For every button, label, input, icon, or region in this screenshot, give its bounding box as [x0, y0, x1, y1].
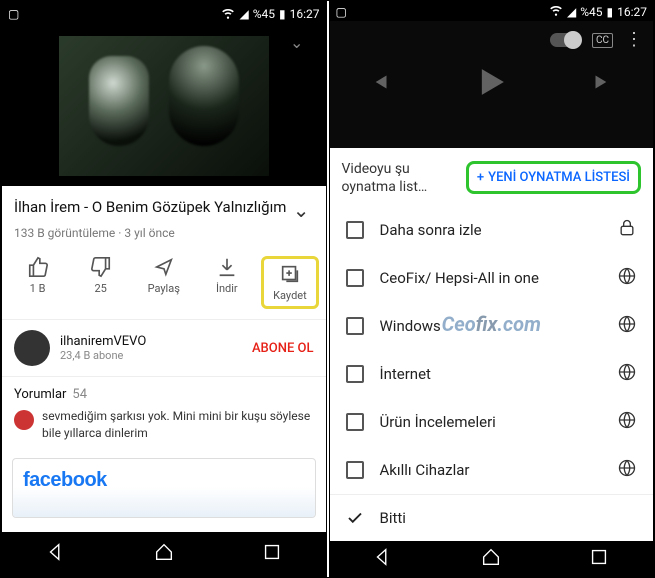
video-meta: 133 B görüntüleme · 3 yıl önce [2, 226, 326, 250]
captions-button[interactable]: CC [592, 33, 613, 48]
video-player[interactable] [2, 26, 326, 186]
back-button[interactable] [372, 546, 394, 572]
globe-icon [617, 362, 637, 386]
globe-icon [617, 458, 637, 482]
next-button[interactable] [589, 69, 615, 99]
battery-label: %45 [253, 7, 275, 21]
done-button[interactable]: Bitti [330, 494, 654, 541]
picture-icon: ▢ [336, 5, 347, 19]
home-button[interactable] [153, 541, 175, 567]
wifi-icon [549, 3, 563, 20]
lock-icon [617, 218, 637, 242]
nav-bar [2, 532, 326, 576]
channel-row[interactable]: ilhaniremVEVO 23,4 B abone ABONE OL [2, 320, 326, 377]
phone-left: ▢ ◢ %45 ▮ 16:27 İlhan İrem - O Benim Göz… [1, 1, 327, 577]
playlist-item[interactable]: Daha sonra izle [330, 206, 654, 254]
recents-button[interactable] [261, 541, 283, 567]
playlist-label: Daha sonra izle [380, 221, 482, 239]
playlist-item[interactable]: Ürün İncelemeleri [330, 398, 654, 446]
signal-icon: ◢ [239, 7, 248, 21]
clock: 16:27 [617, 5, 647, 19]
playlist-label: İnternet [380, 365, 431, 383]
chevron-down-icon[interactable]: ⌄ [290, 33, 303, 52]
video-player-mini[interactable]: ⌄ CC ⋮ [330, 21, 654, 148]
home-button[interactable] [480, 546, 502, 572]
recents-button[interactable] [588, 546, 610, 572]
plus-icon: + [477, 170, 484, 185]
autoplay-toggle[interactable] [550, 33, 580, 47]
playlist-label: Akıllı Cihazlar [380, 461, 470, 479]
share-button[interactable]: Paylaş [135, 256, 193, 309]
phone-right: ▢ ◢ %45 ▮ 16:27 ⌄ CC ⋮ Videoyu şu oynat [329, 1, 655, 577]
playlist-label: Ürün İncelemeleri [380, 413, 496, 431]
channel-name: ilhaniremVEVO [60, 334, 242, 349]
video-still [59, 36, 269, 176]
more-icon[interactable]: ⋮ [625, 31, 643, 49]
dislike-button[interactable]: 25 [72, 256, 130, 309]
save-button[interactable]: Kaydet [261, 256, 319, 309]
globe-icon [617, 266, 637, 290]
playlist-item[interactable]: İnternet [330, 350, 654, 398]
previous-button[interactable] [367, 69, 393, 99]
checkbox[interactable] [346, 461, 364, 479]
channel-subs: 23,4 B abone [60, 349, 242, 362]
playlist-sheet-header: Videoyu şu oynatma list… + YENİ OYNATMA … [330, 148, 654, 206]
playlist-item[interactable]: Windows [330, 302, 654, 350]
status-bar: ▢ ◢ %45 ▮ 16:27 [330, 2, 654, 21]
like-button[interactable]: 1 B [9, 256, 67, 309]
checkbox[interactable] [346, 317, 364, 335]
checkbox[interactable] [346, 221, 364, 239]
battery-label: %45 [580, 5, 602, 19]
globe-icon [617, 314, 637, 338]
download-button[interactable]: İndir [198, 256, 256, 309]
channel-avatar[interactable] [14, 330, 50, 366]
link-card[interactable]: facebook [12, 458, 316, 518]
commenter-avatar [14, 410, 34, 430]
checkbox[interactable] [346, 413, 364, 431]
comments-header[interactable]: Yorumlar54 [2, 377, 326, 408]
top-comment[interactable]: sevmediğim şarkısı yok. Mini mini bir ku… [2, 408, 326, 452]
sheet-title: Videoyu şu oynatma list… [342, 160, 458, 196]
playlist-item[interactable]: Akıllı Cihazlar [330, 446, 654, 494]
playlist-item[interactable]: CeoFix/ Hepsi-All in one [330, 254, 654, 302]
video-title[interactable]: İlhan İrem - O Benim Gözüpek Yalnızlığım [14, 198, 289, 218]
back-button[interactable] [45, 541, 67, 567]
wifi-icon [221, 6, 235, 23]
check-icon [346, 509, 364, 527]
globe-icon [617, 410, 637, 434]
picture-icon: ▢ [8, 7, 19, 21]
checkbox[interactable] [346, 365, 364, 383]
action-bar: 1 B 25 Paylaş İndir Kaydet [2, 250, 326, 320]
battery-icon: ▮ [607, 5, 614, 19]
chevron-down-icon[interactable]: ⌄ [289, 198, 314, 222]
playlist-list: Daha sonra izle CeoFix/ Hepsi-All in one W… [330, 206, 654, 494]
play-button[interactable] [469, 60, 513, 108]
new-playlist-button[interactable]: + YENİ OYNATMA LİSTESİ [466, 161, 641, 194]
status-bar: ▢ ◢ %45 ▮ 16:27 [2, 2, 326, 26]
signal-icon: ◢ [567, 5, 576, 19]
playlist-label: Windows [380, 317, 441, 335]
subscribe-button[interactable]: ABONE OL [252, 341, 314, 356]
nav-bar [330, 541, 654, 576]
checkbox[interactable] [346, 269, 364, 287]
clock: 16:27 [290, 7, 320, 21]
battery-icon: ▮ [279, 7, 286, 21]
playlist-label: CeoFix/ Hepsi-All in one [380, 269, 539, 287]
